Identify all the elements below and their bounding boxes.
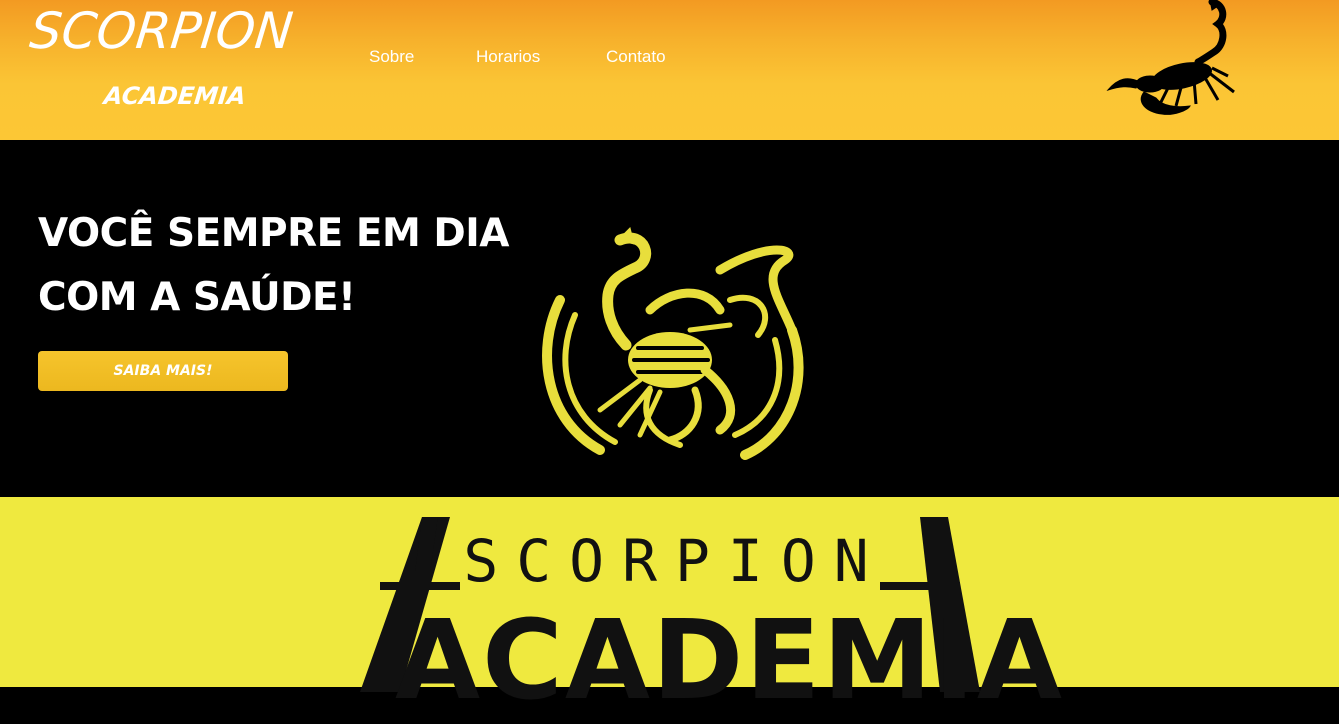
site-header: SCORPION ACADEMIA Sobre Horarios Contato — [0, 0, 1339, 140]
nav-link-sobre[interactable]: Sobre — [369, 47, 414, 67]
scorpion-icon — [1106, 0, 1235, 115]
brand-title[interactable]: SCORPION — [27, 2, 303, 62]
hero-title-line-2: COM A SAÚDE! — [38, 275, 356, 320]
nav-link-horarios[interactable]: Horarios — [476, 47, 540, 67]
banner-title-line-1: SCORPION — [463, 527, 887, 595]
saiba-mais-button[interactable]: SAIBA MAIS! — [38, 351, 288, 391]
hero-title: VOCÊ SEMPRE EM DIA COM A SAÚDE! — [38, 202, 518, 330]
hero-section: VOCÊ SEMPRE EM DIA COM A SAÚDE! SAIBA MA… — [0, 140, 1339, 497]
brand-subtitle: ACADEMIA — [102, 82, 248, 110]
hero-title-line-1: VOCÊ SEMPRE EM DIA — [38, 211, 509, 256]
scorpion-emblem — [542, 227, 804, 460]
brand-banner: SCORPION ACADEMIA — [0, 497, 1339, 715]
banner-title-line-2: ACADEMIA — [395, 596, 1064, 724]
nav-link-contato[interactable]: Contato — [606, 47, 666, 67]
